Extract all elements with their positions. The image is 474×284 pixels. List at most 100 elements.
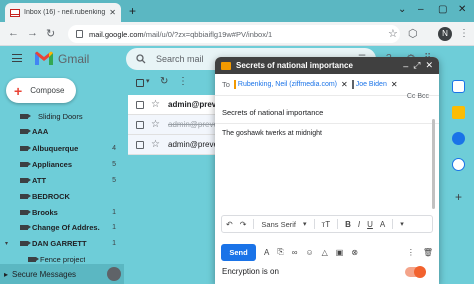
preveil-status-icon[interactable] [107, 267, 121, 281]
attach-icon[interactable]: ⎘ [277, 247, 283, 257]
url-field[interactable]: mail.google.com/mail/u/0/?zx=qbbiaiflg19… [68, 25, 400, 43]
label-name: Brooks [32, 208, 58, 217]
italic-icon[interactable]: I [358, 220, 360, 229]
underline-icon[interactable]: U [367, 220, 373, 229]
font-select[interactable]: Sans Serif [261, 220, 296, 229]
browser-menu-icon[interactable]: ⋮ [459, 28, 469, 39]
row-checkbox[interactable] [136, 100, 144, 109]
select-all-checkbox[interactable] [136, 79, 144, 87]
refresh-icon[interactable]: ↻ [160, 76, 168, 87]
label-name: Appliances [32, 160, 73, 169]
browser-profile-avatar[interactable]: N [438, 27, 452, 41]
label-item-sliding-doors[interactable]: Sliding Doors [0, 110, 124, 123]
text-color-icon[interactable]: A [380, 220, 385, 229]
gmail-favicon-icon [10, 8, 20, 17]
confidential-icon[interactable]: ⊗ [351, 248, 358, 257]
message-body[interactable]: The goshawk twerks at midnight [215, 124, 439, 206]
extension-icon[interactable]: ⬡ [408, 27, 418, 40]
label-name: ATT [32, 176, 47, 185]
more-formatting-icon[interactable]: ▾ [400, 220, 404, 228]
recipient-chip[interactable]: Joe Biden ✕ [351, 80, 398, 89]
send-button[interactable]: Send [221, 243, 256, 261]
emoji-icon[interactable]: ☺ [305, 248, 313, 257]
expand-caret-icon[interactable]: ▾ [5, 240, 8, 247]
bookmark-star-icon[interactable]: ☆ [388, 27, 398, 40]
maximize-icon[interactable]: ▢ [438, 4, 447, 15]
label-item-albuquerque[interactable]: Albuquerque 4 [0, 142, 124, 155]
recipient-name: Joe Biden [355, 81, 387, 88]
main-menu-icon[interactable] [12, 54, 22, 62]
more-options-compose-icon[interactable]: ⋮ [407, 248, 415, 257]
label-item-dan-garrett[interactable]: ▾ DAN GARRETT 1 [0, 237, 124, 250]
tab-search-icon[interactable]: ⌄ [398, 4, 406, 15]
new-tab-icon[interactable]: + [129, 4, 136, 18]
window-close-icon[interactable]: ✕ [458, 4, 466, 15]
forward-icon[interactable]: → [27, 27, 38, 39]
compose-button[interactable]: + Compose [6, 78, 76, 103]
remove-recipient-icon[interactable]: ✕ [391, 80, 398, 89]
cc-bcc-link[interactable]: Cc Bcc [407, 93, 429, 100]
label-item-change-of-address[interactable]: Change Of Addres... 1 [0, 221, 124, 234]
undo-icon[interactable]: ↶ [226, 220, 233, 229]
compose-header[interactable]: Secrets of national importance – ⤢ ✕ [215, 57, 439, 74]
mail-row[interactable]: ☆ admin@preveil [128, 135, 221, 155]
star-icon[interactable]: ☆ [151, 119, 160, 130]
calendar-icon[interactable] [452, 80, 465, 93]
contacts-icon[interactable] [452, 158, 465, 171]
label-item-att[interactable]: ATT 5 [0, 174, 124, 187]
discard-draft-icon[interactable]: 🗑 [423, 248, 433, 257]
star-icon[interactable]: ☆ [151, 139, 160, 150]
send-row: Send A ⎘ ∞ ☺ △ ▣ ⊗ ⋮ 🗑 [221, 243, 433, 261]
more-options-icon[interactable]: ⋮ [178, 76, 188, 87]
minimize-compose-icon[interactable]: – [403, 61, 408, 71]
secure-messages-bar[interactable]: ▸ Secure Messages [0, 264, 124, 284]
compose-scrollbar[interactable] [432, 119, 435, 209]
subject-field[interactable]: Secrets of national importance [215, 102, 439, 124]
font-dropdown-icon[interactable]: ▾ [303, 220, 307, 228]
search-icon[interactable] [136, 54, 146, 64]
font-size-icon[interactable]: тT [322, 220, 331, 229]
remove-recipient-icon[interactable]: ✕ [341, 80, 348, 89]
redo-icon[interactable]: ↷ [240, 220, 247, 229]
tasks-icon[interactable] [452, 132, 465, 145]
reload-icon[interactable]: ↻ [46, 27, 55, 40]
label-name: Change Of Addres... [32, 223, 100, 232]
label-name: Albuquerque [32, 144, 79, 153]
encryption-toggle[interactable] [405, 266, 426, 278]
label-name: DAN GARRETT [32, 239, 87, 248]
recipient-name: Rubenking, Neil (ziffmedia.com) [237, 81, 337, 88]
back-icon[interactable]: ← [8, 27, 19, 39]
recipient-chip[interactable]: Rubenking, Neil (ziffmedia.com) ✕ [233, 80, 348, 89]
tab-close-icon[interactable]: ✕ [109, 8, 116, 17]
add-addon-icon[interactable]: + [455, 190, 462, 204]
lock-icon [76, 30, 83, 38]
bold-icon[interactable]: B [345, 220, 351, 229]
select-dropdown-icon[interactable]: ▾ [146, 77, 150, 85]
drive-icon[interactable]: △ [322, 248, 328, 257]
label-item-bedrock[interactable]: BEDROCK [0, 190, 124, 203]
label-tag-icon [28, 257, 39, 262]
label-item-brooks[interactable]: Brooks 1 [0, 206, 124, 219]
label-name: Fence project [40, 255, 86, 264]
minimize-icon[interactable]: – [418, 4, 424, 15]
keep-icon[interactable] [452, 106, 465, 119]
photo-icon[interactable]: ▣ [336, 248, 344, 257]
mail-row[interactable]: ☆ admin@preveil [128, 115, 221, 135]
insert-link-icon[interactable]: ∞ [292, 248, 298, 257]
row-checkbox[interactable] [136, 120, 144, 129]
to-field[interactable]: To Rubenking, Neil (ziffmedia.com) ✕ Joe… [215, 74, 439, 96]
fullscreen-compose-icon[interactable]: ⤢ [413, 60, 420, 71]
mail-row[interactable]: ☆ admin@preveil [128, 95, 225, 115]
side-panel: + [443, 72, 474, 284]
label-item-aaa[interactable]: AAA [0, 125, 124, 138]
formatting-options-icon[interactable]: A [264, 248, 269, 257]
row-checkbox[interactable] [136, 140, 144, 149]
close-compose-icon[interactable]: ✕ [425, 60, 433, 71]
label-tag-icon [20, 129, 31, 134]
label-tag-icon [20, 194, 31, 199]
star-icon[interactable]: ☆ [151, 99, 160, 110]
expand-arrow-icon[interactable]: ▸ [4, 270, 8, 279]
browser-tab[interactable]: Inbox (16) - neil.rubenking@gm ✕ [5, 3, 121, 22]
label-count: 1 [112, 209, 116, 216]
label-item-appliances[interactable]: Appliances 5 [0, 158, 124, 171]
